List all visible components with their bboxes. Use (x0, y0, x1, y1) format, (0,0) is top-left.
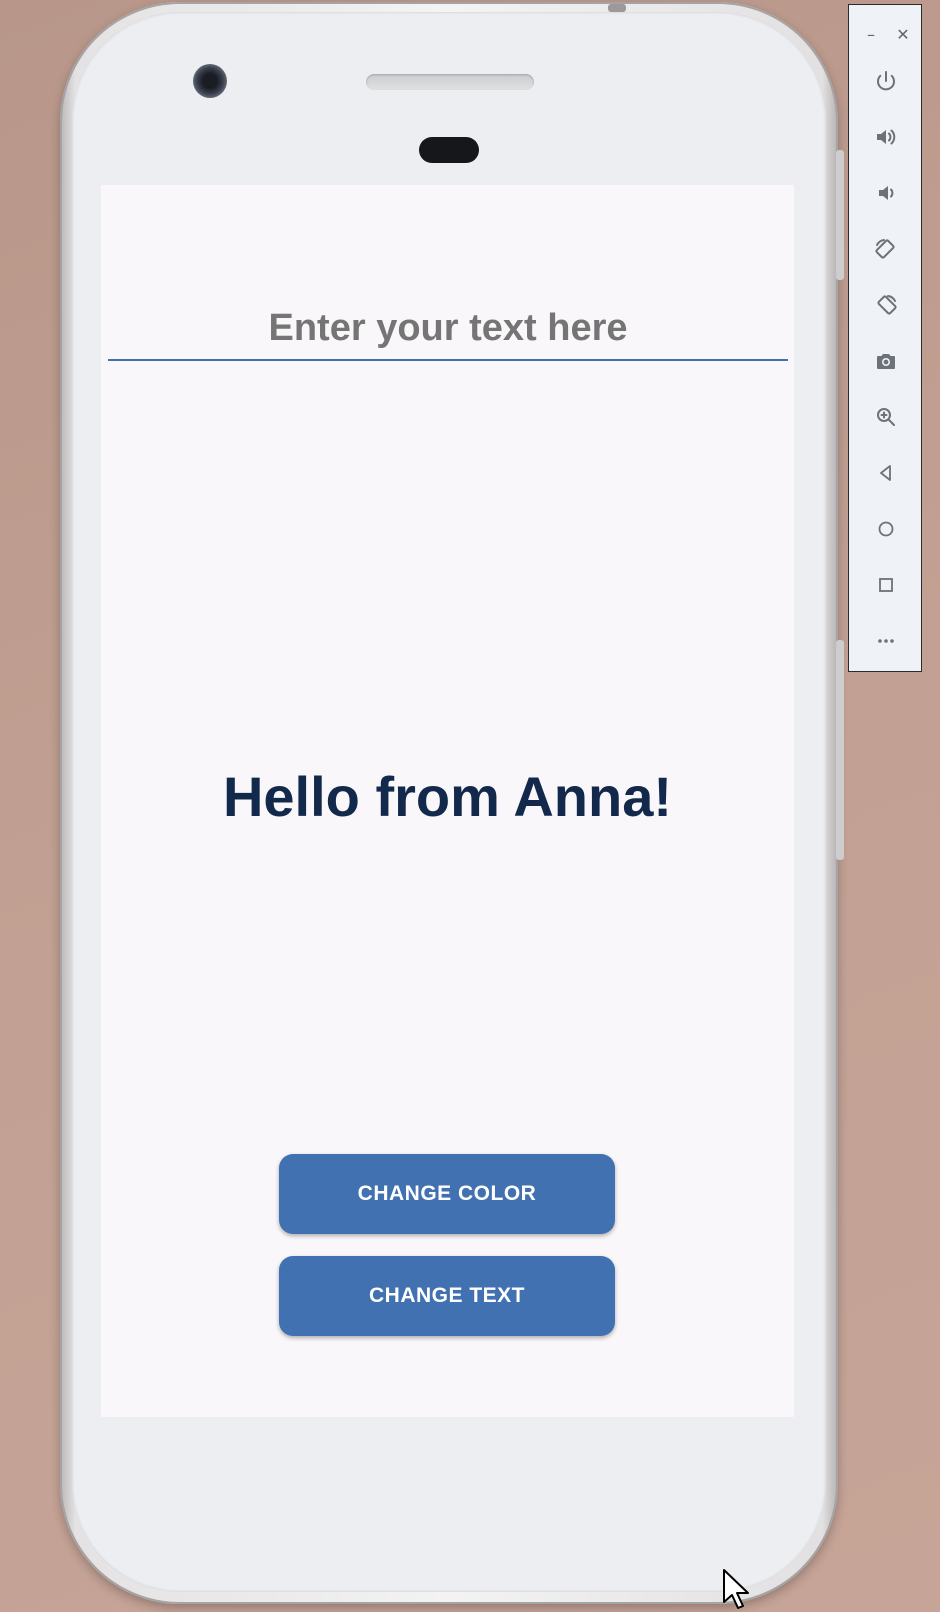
more-button[interactable] (868, 623, 904, 659)
front-camera-icon (193, 64, 227, 98)
rotate-right-icon (877, 295, 897, 315)
back-button[interactable] (868, 455, 904, 491)
app-screen: Hello from Anna! CHANGE COLOR CHANGE TEX… (101, 185, 794, 1417)
back-icon (880, 465, 891, 481)
overview-button[interactable] (868, 567, 904, 603)
power-button[interactable] (868, 63, 904, 99)
home-icon (878, 521, 894, 537)
more-icon (878, 639, 894, 643)
greeting-text: Hello from Anna! (222, 765, 673, 828)
top-button (608, 4, 626, 12)
volume-down-icon (879, 186, 894, 200)
minimize-button[interactable]: – (859, 23, 883, 47)
volume-up-button[interactable] (868, 119, 904, 155)
volume-up-icon (877, 129, 896, 145)
proximity-sensor (419, 137, 479, 163)
side-power-button (836, 150, 844, 280)
rotate-left-icon (875, 239, 895, 259)
zoom-icon (877, 408, 895, 426)
volume-down-button[interactable] (868, 175, 904, 211)
screenshot-button[interactable] (868, 343, 904, 379)
rotate-left-button[interactable] (868, 231, 904, 267)
earpiece-speaker (366, 74, 534, 90)
rotate-right-button[interactable] (868, 287, 904, 323)
emulator-toolbar: – ✕ (848, 4, 922, 672)
overview-icon (879, 578, 893, 592)
text-input[interactable] (108, 303, 788, 361)
change-text-button[interactable]: CHANGE TEXT (279, 1256, 615, 1336)
close-button[interactable]: ✕ (891, 23, 915, 47)
change-color-button[interactable]: CHANGE COLOR (279, 1154, 615, 1234)
zoom-button[interactable] (868, 399, 904, 435)
home-button[interactable] (868, 511, 904, 547)
mouse-cursor-icon (723, 1569, 749, 1609)
power-icon (877, 71, 895, 91)
side-volume-button (836, 640, 844, 860)
camera-icon (877, 354, 895, 369)
